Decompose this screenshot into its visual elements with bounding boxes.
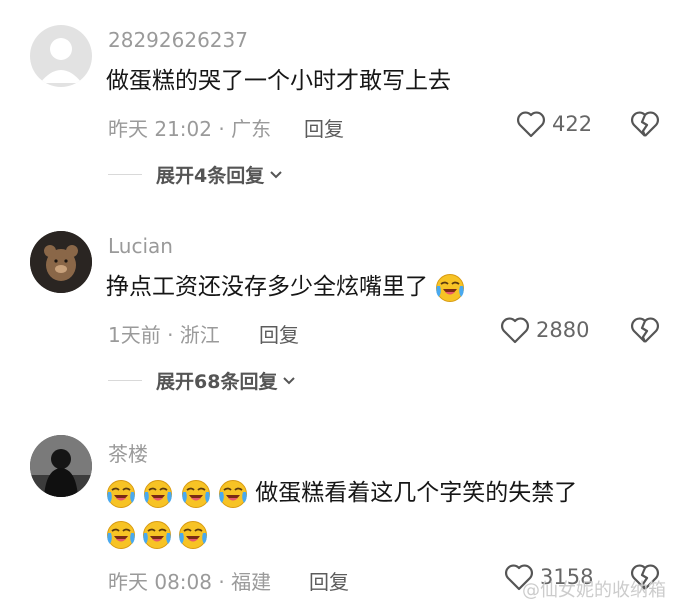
like-count: 2880: [536, 318, 590, 342]
watermark: @仙女妮的收纳箱: [522, 580, 666, 601]
username[interactable]: 茶楼: [108, 438, 148, 467]
comment-text: 挣点工资还没存多少全炫嘴里了: [106, 272, 465, 303]
dislike-button[interactable]: [630, 316, 660, 348]
avatar[interactable]: [30, 435, 92, 497]
dislike-button[interactable]: [630, 110, 660, 142]
crying-laughing-emoji: [106, 479, 136, 508]
expand-replies[interactable]: 展开68条回复: [108, 367, 297, 394]
crying-laughing-emoji: [178, 520, 208, 550]
comment-text-body: 挣点工资还没存多少全炫嘴里了: [106, 274, 428, 300]
chevron-down-icon: [270, 170, 282, 178]
divider-line: [108, 174, 142, 175]
like-button[interactable]: 422: [516, 110, 592, 138]
crying-laughing-emoji: [106, 520, 136, 550]
expand-replies[interactable]: 展开4条回复: [108, 161, 284, 188]
reply-button[interactable]: 回复: [259, 319, 299, 348]
expand-label: 展开68条回复: [156, 371, 278, 393]
heart-outline-icon: [501, 317, 529, 344]
comment-meta: 昨天 21:02 · 广东: [108, 117, 272, 141]
reply-button[interactable]: 回复: [309, 566, 349, 595]
comment-text: 做蛋糕的哭了一个小时才敢写上去: [106, 68, 451, 94]
expand-label: 展开4条回复: [156, 165, 265, 187]
username[interactable]: 28292626237: [108, 28, 248, 52]
crying-laughing-emoji: [142, 520, 172, 550]
crying-laughing-emoji: [435, 273, 465, 302]
broken-heart-icon: [631, 111, 659, 137]
heart-outline-icon: [517, 111, 545, 138]
crying-laughing-emoji: [181, 479, 211, 508]
avatar[interactable]: [30, 25, 92, 87]
divider-line: [108, 380, 142, 381]
comment-text: 做蛋糕看着这几个字笑的失禁了: [106, 478, 577, 509]
reply-button[interactable]: 回复: [304, 113, 344, 142]
crying-laughing-emoji: [143, 479, 173, 508]
comment-meta: 1天前 · 浙江: [108, 323, 220, 347]
username[interactable]: Lucian: [108, 234, 173, 258]
like-button[interactable]: 2880: [500, 316, 589, 344]
crying-laughing-emoji: [218, 479, 248, 508]
emoji-row: [106, 520, 208, 550]
comment-meta: 昨天 08:08 · 福建: [108, 570, 272, 594]
chevron-down-icon: [283, 376, 296, 384]
avatar[interactable]: [30, 231, 92, 293]
comment-text-body: 做蛋糕看着这几个字笑的失禁了: [255, 480, 578, 506]
like-count: 422: [552, 112, 593, 136]
broken-heart-icon: [631, 317, 659, 343]
